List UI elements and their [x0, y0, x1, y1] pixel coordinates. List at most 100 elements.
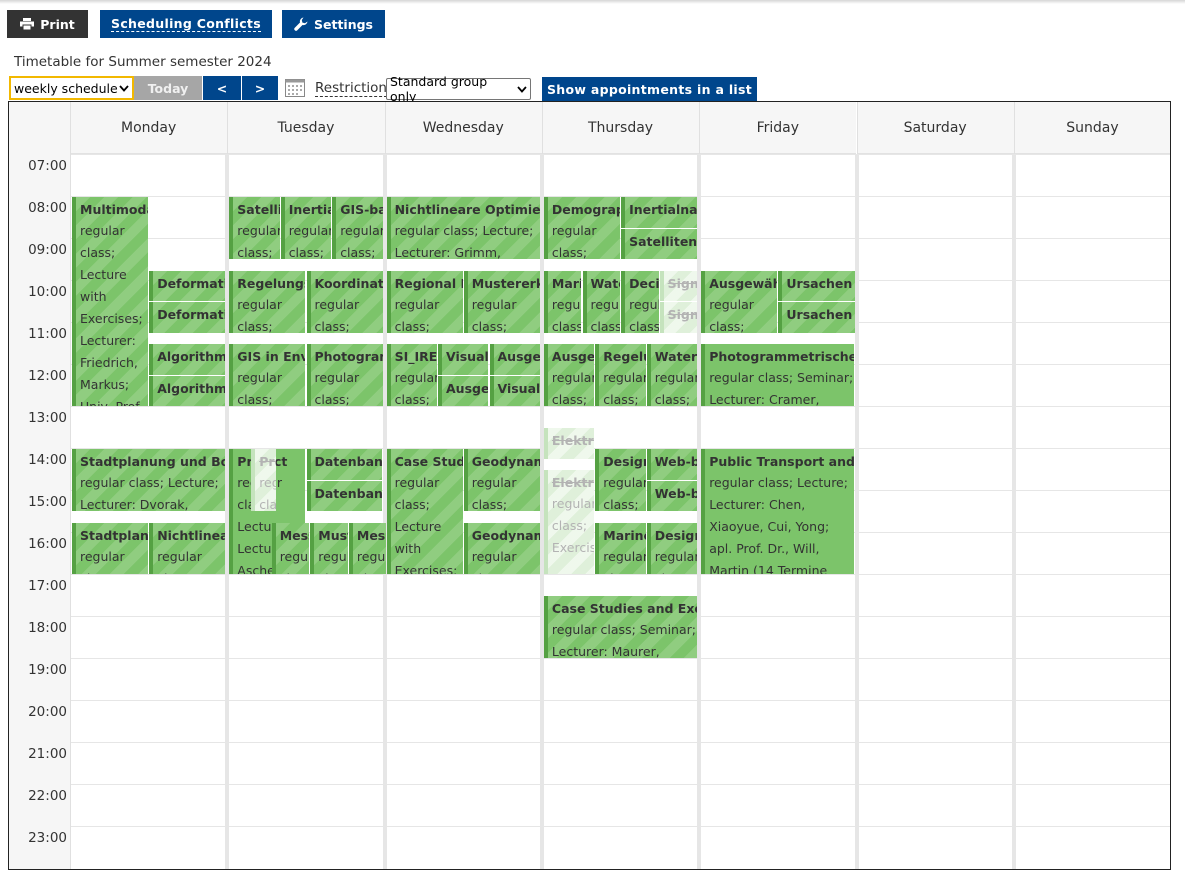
chevron-down-icon	[517, 85, 527, 93]
calendar-event[interactable]: Nichtlineare Optimierung regular class; L…	[386, 197, 540, 259]
calendar-event[interactable]: Nichtlineare regular class;	[149, 522, 226, 574]
printer-icon	[20, 18, 35, 30]
event-title: Inertial	[288, 202, 331, 217]
event-title: Messtechnik	[356, 527, 387, 543]
calendar-event[interactable]: Messtechnik regular class;	[348, 522, 387, 574]
calendar-event[interactable]: Regelung regular class;	[595, 344, 646, 406]
calendar-event[interactable]: Visualisierung	[489, 375, 540, 406]
calendar-event[interactable]: Koordinatensysteme regular class;	[306, 270, 383, 333]
previous-label: <	[216, 80, 228, 96]
calendar-event[interactable]: Signal	[659, 270, 698, 301]
previous-week-button[interactable]: <	[203, 76, 241, 100]
calendar-event[interactable]: Ursachen von	[778, 302, 855, 333]
print-button[interactable]: Print	[7, 10, 88, 38]
calendar-event[interactable]: Stadtplanung regular class;	[72, 522, 149, 574]
event-details: regular class;	[471, 475, 517, 511]
calendar-event[interactable]: Datenbanken	[306, 449, 383, 480]
event-title: Ausgewählte	[446, 380, 489, 396]
calendar-event[interactable]: Photogrammetrie regular class;	[306, 344, 383, 406]
calendar-event[interactable]: Ursachen von	[778, 270, 855, 301]
calendar-event[interactable]: Signal	[659, 302, 698, 333]
next-week-button[interactable]: >	[242, 76, 278, 100]
show-list-button[interactable]: Show appointments in a list	[542, 77, 757, 101]
event-title: Ursachen von	[786, 307, 854, 322]
event-details: regular class;	[471, 296, 517, 333]
event-title: Marine	[551, 275, 582, 291]
calendar-event[interactable]: Marine regular class;	[543, 270, 582, 333]
calendar-event[interactable]: Satellite regular class;	[229, 197, 280, 259]
calendar-event[interactable]: SI_IREUregular class;	[386, 344, 437, 406]
event-title: Water	[590, 275, 621, 291]
calendar-event[interactable]: Project regular class;	[251, 449, 276, 511]
calendar-event[interactable]: Deformation	[149, 302, 226, 333]
event-details: regular class;	[279, 548, 310, 575]
calendar-event[interactable]: Ausgewählte regular class;	[701, 270, 778, 333]
calendar-event[interactable]: Mustererkennung regular class;	[310, 522, 348, 574]
calendar-event[interactable]: Deformation	[149, 270, 226, 301]
calendar-event[interactable]: Geodynamik regular class;	[463, 522, 540, 574]
calendar-event[interactable]: Inertial regular class;	[280, 197, 332, 259]
calendar-event[interactable]: Datenbanken	[306, 480, 383, 511]
calendar-event[interactable]: Algorithmic	[149, 344, 226, 375]
calendar-event[interactable]: Case Study regular class; Lecture with Ex…	[386, 449, 463, 574]
calendar-event[interactable]: Web-based	[646, 449, 698, 480]
calendar-event[interactable]: Design regular class;	[595, 449, 646, 511]
event-details: regular class; Lecture; Lecturer: Grimm,	[394, 223, 534, 259]
event-title: Algorithmic	[157, 380, 225, 396]
calendar-event[interactable]: Geodynamik regular class;	[463, 449, 540, 511]
calendar-event[interactable]: Multimodal regular class; Lecture with Ex…	[72, 197, 149, 406]
view-select[interactable]: weekly schedule	[9, 76, 134, 100]
today-button[interactable]: Today	[134, 76, 202, 100]
calendar-event[interactable]: Regelungstechnik regular class;	[229, 270, 306, 333]
calendar-event[interactable]: Mustererkennung regular class;	[463, 270, 540, 333]
restriction-select-value: Standard group only	[390, 74, 488, 104]
calendar-event[interactable]: Design regular class;	[646, 522, 698, 574]
calendar-icon[interactable]	[285, 79, 305, 97]
calendar-event[interactable]: GIS in Environmental regular class;	[229, 344, 306, 406]
calendar-event[interactable]: Elektrotechnik regular class; Exercise	[543, 470, 595, 574]
calendar-event[interactable]: Inertialnavigation	[621, 197, 698, 228]
calendar-event[interactable]: Water regular class;	[582, 270, 621, 333]
calendar-event[interactable]: Decision regular class;	[621, 270, 659, 333]
calendar-event[interactable]: Visualisierung	[438, 344, 489, 375]
calendar-event[interactable]: Marine regular class;	[595, 522, 646, 574]
event-title: Multimodal	[80, 202, 148, 217]
calendar-event[interactable]: Ausgewählte regular class;	[543, 344, 595, 406]
event-title: Photogrammetrische Erfassung	[709, 349, 855, 364]
calendar-event[interactable]: Messtechnik regular class;	[271, 522, 310, 575]
day-divider	[70, 102, 71, 869]
event-details: regular class; Lecture with Exercises; L…	[80, 223, 143, 406]
calendar-event[interactable]: Satellitennavigation	[621, 228, 698, 259]
event-title: Stadtplanung	[80, 527, 149, 543]
event-title: Ausgewählte	[709, 275, 777, 291]
settings-button[interactable]: Settings	[282, 10, 385, 38]
calendar-event[interactable]: Case Studies and Excursion regular class;…	[543, 596, 698, 658]
calendar-event[interactable]: Water Quality regular class;	[646, 344, 698, 406]
hour-label: 16:00	[28, 536, 67, 552]
event-title: Ausgewählte	[551, 349, 595, 364]
calendar-event[interactable]: Algorithmic	[149, 375, 226, 406]
calendar-event[interactable]: Photogrammetrische Erfassung regular clas…	[701, 344, 855, 406]
calendar-event[interactable]: Stadtplanung und Bodenordnung regular cla…	[72, 449, 226, 511]
scheduling-conflicts-button[interactable]: Scheduling Conflicts	[100, 10, 272, 38]
event-details: regular class;	[551, 370, 595, 406]
event-title: Water Quality	[654, 349, 698, 364]
event-title: Mustererkennung	[471, 275, 540, 291]
calendar-event[interactable]: GIS-basierte regular class;	[332, 197, 383, 259]
calendar-event[interactable]: Ausgewählte	[489, 344, 540, 375]
hour-label: 10:00	[28, 284, 67, 300]
hour-label: 13:00	[28, 410, 67, 426]
hour-label: 12:00	[28, 368, 67, 384]
calendar-event[interactable]: Demographie regular class;	[543, 197, 621, 259]
calendar-event[interactable]: Regional Planning regular class;	[386, 270, 463, 333]
hour-label: 09:00	[28, 242, 67, 258]
today-label: Today	[147, 80, 189, 96]
restriction-select[interactable]: Standard group only	[386, 74, 531, 104]
calendar-event[interactable]: Public Transport and Railways regular cla…	[701, 449, 855, 574]
timetable-title: Timetable for Summer semester 2024	[14, 54, 272, 70]
calendar-event[interactable]: Web-based	[646, 480, 698, 511]
calendar-event[interactable]: Ausgewählte	[438, 375, 489, 406]
chevron-down-icon	[119, 84, 129, 92]
event-title: Design	[603, 454, 645, 469]
calendar-event[interactable]: Elektrotechnik	[543, 428, 595, 459]
